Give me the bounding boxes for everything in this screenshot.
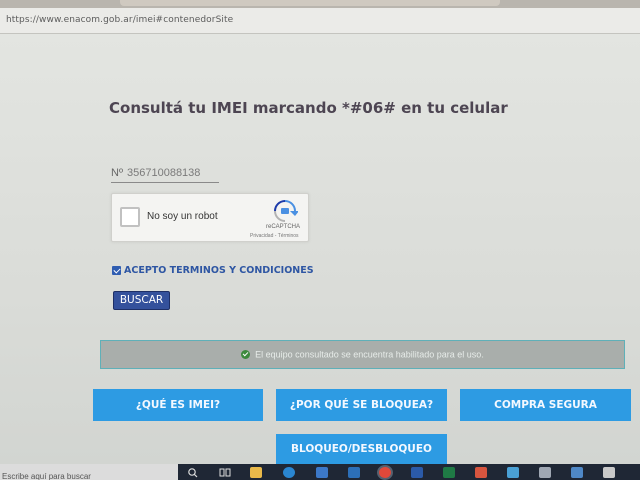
browser-tab[interactable]: [120, 0, 500, 6]
app-icon[interactable]: [603, 467, 615, 478]
taskbar-search-placeholder: Escribe aquí para buscar: [2, 472, 91, 480]
recaptcha-logo-icon: [274, 200, 298, 222]
teams-icon[interactable]: [475, 467, 487, 478]
what-is-imei-button[interactable]: ¿QUÉ ES IMEI?: [93, 389, 263, 421]
status-alert: El equipo consultado se encuentra habili…: [100, 340, 625, 369]
mail-icon[interactable]: [348, 467, 360, 478]
browser-tab-strip: [0, 0, 640, 8]
app-icon[interactable]: [507, 467, 519, 478]
status-message: El equipo consultado se encuentra habili…: [255, 349, 484, 360]
app-icon[interactable]: [571, 467, 583, 478]
terms-label: ACEPTO TERMINOS Y CONDICIONES: [124, 265, 314, 277]
recaptcha-links[interactable]: Privacidad - Términos: [250, 233, 299, 239]
why-blocked-button[interactable]: ¿POR QUÉ SE BLOQUEA?: [276, 389, 447, 421]
terms-checkbox[interactable]: [112, 266, 121, 276]
edge-icon[interactable]: [283, 467, 295, 478]
taskbar-search[interactable]: Escribe aquí para buscar: [0, 464, 178, 480]
excel-icon[interactable]: [443, 467, 455, 478]
task-view-icon[interactable]: [219, 467, 231, 478]
word-icon[interactable]: [411, 467, 423, 478]
imei-field[interactable]: Nº: [111, 165, 219, 183]
search-icon[interactable]: [187, 467, 199, 478]
chrome-icon[interactable]: [379, 467, 391, 478]
imei-input[interactable]: [127, 165, 219, 181]
recaptcha-widget: No soy un robot reCAPTCHA Privacidad - T…: [111, 193, 309, 242]
page-title: Consultá tu IMEI marcando *#06# en tu ce…: [109, 99, 508, 117]
terms-checkbox-row[interactable]: ACEPTO TERMINOS Y CONDICIONES: [112, 262, 314, 277]
safe-purchase-button[interactable]: COMPRA SEGURA: [460, 389, 631, 421]
search-button[interactable]: BUSCAR: [113, 291, 170, 310]
file-explorer-icon[interactable]: [250, 467, 262, 478]
recaptcha-checkbox[interactable]: [120, 207, 140, 227]
recaptcha-label: No soy un robot: [147, 211, 218, 222]
url-text[interactable]: https://www.enacom.gob.ar/imei#contenedo…: [6, 15, 233, 25]
address-bar[interactable]: https://www.enacom.gob.ar/imei#contenedo…: [0, 8, 640, 34]
imei-prefix: Nº: [111, 167, 123, 179]
check-circle-icon: [241, 350, 251, 360]
app-icon[interactable]: [539, 467, 551, 478]
block-unblock-button[interactable]: BLOQUEO/DESBLOQUEO: [276, 434, 447, 464]
recaptcha-brand: reCAPTCHA: [266, 224, 301, 230]
windows-taskbar: Escribe aquí para buscar: [0, 464, 640, 480]
store-icon[interactable]: [316, 467, 328, 478]
